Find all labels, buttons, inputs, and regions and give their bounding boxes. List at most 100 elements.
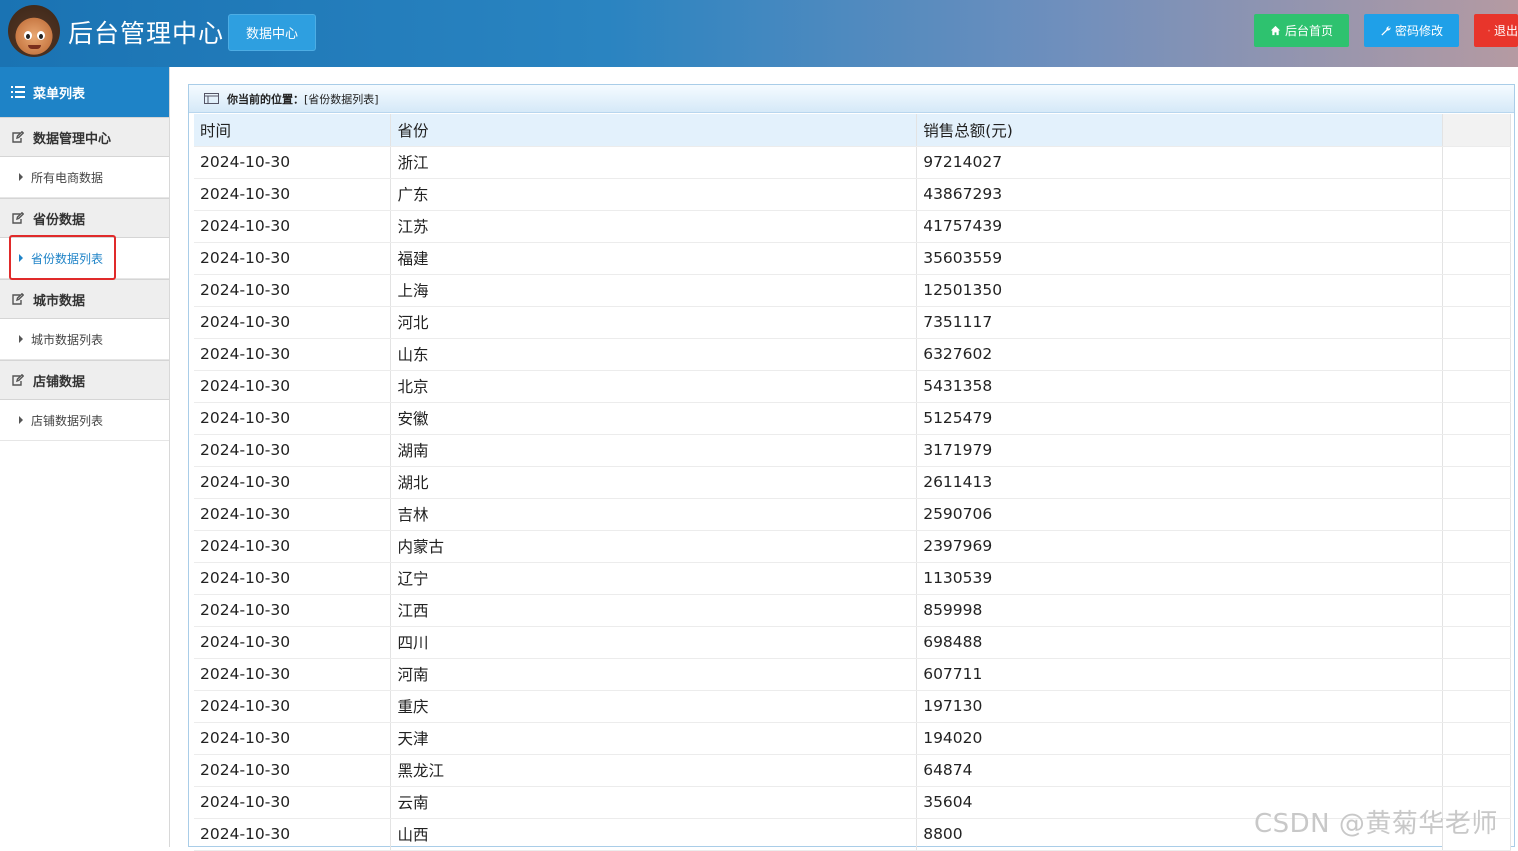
cell-sales: 2611413 [916,466,1443,499]
wrench-icon [1381,26,1391,36]
cell-empty [1442,146,1511,179]
cell-empty [1442,402,1511,435]
breadcrumb-value: [省份数据列表] [304,92,379,106]
table-row: 2024-10-30 河南 607711 [194,658,1511,691]
cell-empty [1442,562,1511,595]
sidebar-group-city[interactable]: 城市数据 [0,279,169,319]
logout-button[interactable]: 退出 [1474,14,1518,47]
table-row: 2024-10-30 天津 194020 [194,722,1511,755]
cell-empty [1442,658,1511,691]
edit-icon [12,212,24,224]
table-row: 2024-10-30 上海 12501350 [194,274,1511,307]
cell-province: 云南 [390,786,918,819]
sidebar: 菜单列表 数据管理中心 所有电商数据 省份数据 省份数据列表 城市数据 城市数据… [0,67,170,847]
cell-time: 2024-10-30 [194,498,392,531]
table-row: 2024-10-30 浙江 97214027 [194,146,1511,179]
cell-empty [1442,306,1511,339]
column-header-province: 省份 [390,114,918,147]
cell-province: 湖南 [390,434,918,467]
cell-empty [1442,338,1511,371]
cell-sales: 859998 [916,594,1443,627]
cell-sales: 2397969 [916,530,1443,563]
watermark: CSDN @黄菊华老师 [1254,809,1498,839]
table-row: 2024-10-30 福建 35603559 [194,242,1511,275]
table-row: 2024-10-30 江苏 41757439 [194,210,1511,243]
cell-time: 2024-10-30 [194,818,392,851]
table-row: 2024-10-30 江西 859998 [194,594,1511,627]
sidebar-item-city-list[interactable]: 城市数据列表 [0,319,169,360]
logout-label: 退出 [1493,24,1518,38]
table-row: 2024-10-30 安徽 5125479 [194,402,1511,435]
table-row: 2024-10-30 河北 7351117 [194,306,1511,339]
cell-empty [1442,466,1511,499]
cell-province: 江苏 [390,210,918,243]
cell-province: 四川 [390,626,918,659]
cell-province: 河北 [390,306,918,339]
column-header-time: 时间 [194,114,392,147]
cell-time: 2024-10-30 [194,146,392,179]
cell-sales: 12501350 [916,274,1443,307]
cell-sales: 7351117 [916,306,1443,339]
cell-empty [1442,626,1511,659]
sidebar-item-label: 所有电商数据 [31,170,104,185]
cell-province: 江西 [390,594,918,627]
cell-sales: 5125479 [916,402,1443,435]
cell-sales: 698488 [916,626,1443,659]
table-row: 2024-10-30 内蒙古 2397969 [194,530,1511,563]
table-row: 2024-10-30 吉林 2590706 [194,498,1511,531]
home-button[interactable]: 后台首页 [1254,14,1349,47]
sidebar-group-label: 店铺数据 [33,374,86,390]
cell-time: 2024-10-30 [194,242,392,275]
sidebar-group-province[interactable]: 省份数据 [0,198,169,238]
cell-empty [1442,210,1511,243]
sidebar-group-store[interactable]: 店铺数据 [0,360,169,400]
edit-icon [12,131,24,143]
cell-province: 黑龙江 [390,754,918,787]
cell-province: 山西 [390,818,918,851]
cell-time: 2024-10-30 [194,786,392,819]
cell-sales: 97214027 [916,146,1443,179]
cell-time: 2024-10-30 [194,658,392,691]
power-icon [1488,29,1490,32]
breadcrumb: 你当前的位置：[省份数据列表] [189,85,1514,113]
province-data-table: 时间 省份 销售总额(元) 2024-10-30 浙江 97214027 2024-1… [194,114,1511,851]
cell-sales: 5431358 [916,370,1443,403]
sidebar-item-store-list[interactable]: 店铺数据列表 [0,400,169,441]
window-icon [204,93,219,104]
column-header-sales: 销售总额(元) [916,114,1443,147]
sidebar-item-all-ecommerce[interactable]: 所有电商数据 [0,157,169,198]
cell-sales: 1130539 [916,562,1443,595]
cell-empty [1442,242,1511,275]
cell-empty [1442,530,1511,563]
caret-right-icon [19,416,23,424]
cell-time: 2024-10-30 [194,402,392,435]
cell-time: 2024-10-30 [194,466,392,499]
sidebar-item-province-list[interactable]: 省份数据列表 [0,235,169,280]
cell-province: 广东 [390,178,918,211]
column-header-empty [1442,114,1511,147]
cell-time: 2024-10-30 [194,274,392,307]
change-password-button[interactable]: 密码修改 [1364,14,1459,47]
cell-time: 2024-10-30 [194,530,392,563]
table-row: 2024-10-30 山东 6327602 [194,338,1511,371]
data-center-button[interactable]: 数据中心 [228,14,316,51]
breadcrumb-label: 你当前的位置： [227,92,304,106]
highlight-box [9,235,116,280]
cell-time: 2024-10-30 [194,370,392,403]
sidebar-item-label: 城市数据列表 [31,332,104,347]
cell-sales: 41757439 [916,210,1443,243]
cell-sales: 35603559 [916,242,1443,275]
menu-title: 菜单列表 [0,67,169,117]
cell-time: 2024-10-30 [194,306,392,339]
sidebar-group-label: 城市数据 [33,293,86,309]
table-row: 2024-10-30 广东 43867293 [194,178,1511,211]
cell-empty [1442,178,1511,211]
top-header: 后台管理中心 数据中心 后台首页 密码修改 退出 [0,0,1518,67]
sidebar-group-data-management[interactable]: 数据管理中心 [0,117,169,157]
table-row: 2024-10-30 湖北 2611413 [194,466,1511,499]
cell-province: 吉林 [390,498,918,531]
sidebar-group-label: 省份数据 [33,212,86,228]
cell-sales: 64874 [916,754,1443,787]
table-row: 2024-10-30 北京 5431358 [194,370,1511,403]
cell-sales: 194020 [916,722,1443,755]
